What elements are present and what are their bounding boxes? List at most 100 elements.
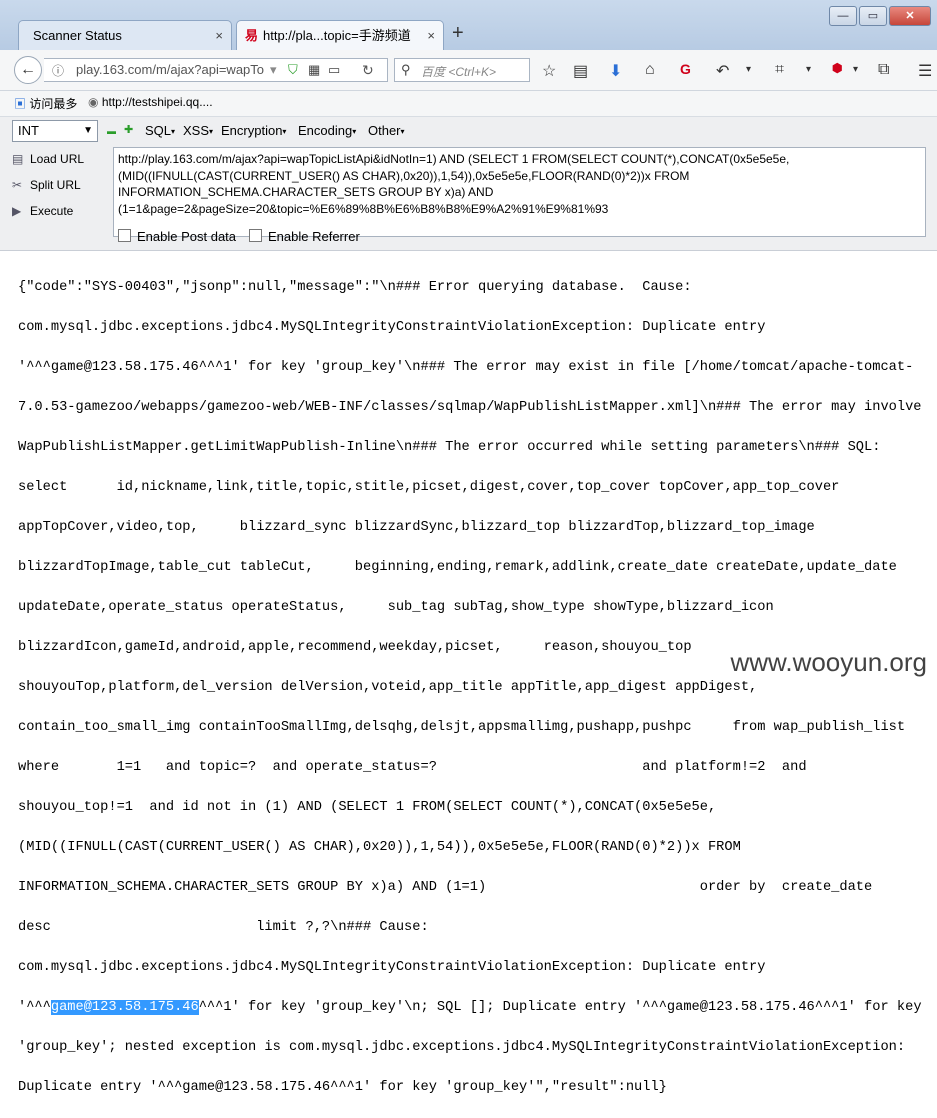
adblock-icon[interactable]: ⬢ xyxy=(832,61,842,75)
crop-icon[interactable]: ⌗ xyxy=(775,61,784,79)
response-text: '^^^ xyxy=(18,1000,51,1015)
new-tab-button[interactable]: + xyxy=(452,22,464,45)
response-line: '^^^game@123.58.175.46^^^1' for key 'gro… xyxy=(18,360,914,375)
chevron-down-icon[interactable]: ▾ xyxy=(806,64,811,75)
chevron-down-icon[interactable]: ▾ xyxy=(853,64,858,75)
bookmark-most-visited[interactable]: ▣ 访问最多 xyxy=(14,95,77,112)
bookmark-star-icon[interactable]: ☆ xyxy=(542,61,556,81)
response-line: 'group_key'; nested exception is com.mys… xyxy=(18,1040,906,1055)
gm-icon[interactable]: G xyxy=(680,61,691,77)
response-line: where 1=1 and topic=? and operate_status… xyxy=(18,760,807,775)
checkbox-box xyxy=(118,229,131,242)
plus-icon[interactable]: ✚ xyxy=(124,123,133,136)
netease-favicon-icon: 易 xyxy=(245,28,259,43)
close-icon[interactable]: × xyxy=(427,21,435,50)
menu-encoding[interactable]: Encoding▾ xyxy=(298,123,356,138)
undo-icon[interactable]: ↶ xyxy=(716,61,729,81)
menu-label: Encoding xyxy=(298,123,353,138)
close-icon[interactable]: × xyxy=(215,21,223,50)
maximize-button[interactable]: ▭ xyxy=(859,6,887,26)
response-line: WapPublishListMapper.getLimitWapPublish-… xyxy=(18,440,881,455)
response-line: updateDate,operate_status operateStatus,… xyxy=(18,600,774,615)
menu-encryption[interactable]: Encryption▾ xyxy=(221,123,286,138)
checkbox-box xyxy=(249,229,262,242)
response-line: '^^^game@123.58.175.46^^^1' for key 'gro… xyxy=(18,998,928,1018)
load-icon: ▤ xyxy=(12,152,24,166)
url-text[interactable]: play.163.com/m/ajax?api=wapTo xyxy=(76,62,266,77)
home-icon[interactable]: ⌂ xyxy=(645,61,655,79)
checkbox-label: Enable Post data xyxy=(137,229,237,244)
menu-label: XSS xyxy=(183,123,210,138)
globe-icon: ◉ xyxy=(88,95,99,109)
menu-icon[interactable]: ☰ xyxy=(918,61,932,81)
response-text: ^^^1' for key 'group_key'\n; SQL []; Dup… xyxy=(198,1000,922,1015)
menu-label: Encryption xyxy=(221,123,283,138)
menu-other[interactable]: Other▾ xyxy=(368,123,405,138)
bookmark-label: 访问最多 xyxy=(29,97,78,111)
minimize-button[interactable]: — xyxy=(829,6,857,26)
reader-icon[interactable]: ▭ xyxy=(328,62,340,78)
type-select-value: INT xyxy=(18,123,39,138)
shield-icon[interactable]: ⛉ xyxy=(288,62,298,78)
response-line: contain_too_small_img containTooSmallImg… xyxy=(18,720,906,735)
response-line: com.mysql.jdbc.exceptions.jdbc4.MySQLInt… xyxy=(18,320,766,335)
response-line: Duplicate entry '^^^game@123.58.175.46^^… xyxy=(18,1080,667,1095)
info-icon[interactable]: ⓘ xyxy=(52,62,64,79)
selected-text[interactable]: game@123.58.175.46 xyxy=(50,1000,199,1015)
menu-xss[interactable]: XSS▾ xyxy=(183,123,213,138)
tab-scanner-status[interactable]: Scanner Status × xyxy=(18,20,232,50)
folder-icon: ▣ xyxy=(14,97,27,111)
chevron-down-icon: ▾ xyxy=(282,127,287,137)
chevron-down-icon: ▼ xyxy=(83,125,93,136)
enable-referrer-checkbox[interactable]: Enable Referrer xyxy=(249,229,360,244)
search-input[interactable]: ⚲ 百度 <Ctrl+K> xyxy=(394,58,530,82)
watermark: www.wooyun.org xyxy=(730,647,927,677)
chevron-down-icon: ▾ xyxy=(171,127,176,137)
chevron-down-icon[interactable]: ▾ xyxy=(746,64,751,75)
response-line: select id,nickname,link,title,topic,stit… xyxy=(18,480,840,495)
split-url-button[interactable]: ✂ Split URL xyxy=(12,178,81,192)
menu-sql[interactable]: SQL▾ xyxy=(145,123,175,138)
response-line: blizzardTopImage,table_cut tableCut, beg… xyxy=(18,560,897,575)
reload-button[interactable]: ↻ xyxy=(362,62,374,79)
scissors-icon: ✂ xyxy=(12,178,23,192)
play-icon: ▶ xyxy=(12,204,22,218)
dropdown-icon[interactable]: ▾ xyxy=(270,62,277,78)
chevron-down-icon: ▾ xyxy=(400,127,405,137)
pocket-icon[interactable]: ⧉ xyxy=(878,61,889,79)
action-label: Split URL xyxy=(30,178,81,192)
close-window-button[interactable]: ✕ xyxy=(889,6,931,26)
response-line: com.mysql.jdbc.exceptions.jdbc4.MySQLInt… xyxy=(18,960,766,975)
tab-active-page[interactable]: 易 http://pla...topic=手游频道 × xyxy=(236,20,444,50)
hackbar-panel: INT ▼ ▬ ✚ SQL▾ XSS▾ Encryption▾ Encoding… xyxy=(0,117,937,251)
action-label: Execute xyxy=(30,204,74,218)
minus-icon[interactable]: ▬ xyxy=(107,126,116,136)
load-url-button[interactable]: ▤ Load URL xyxy=(12,152,84,166)
tab-bar: Scanner Status × 易 http://pla...topic=手游… xyxy=(0,0,937,50)
response-line: desc limit ?,?\n### Cause: xyxy=(18,920,429,935)
bookmarks-bar: ▣ 访问最多 ◉ http://testshipei.qq.... xyxy=(0,91,937,117)
response-line: 7.0.53-gamezoo/webapps/gamezoo-web/WEB-I… xyxy=(18,400,922,415)
response-line: shouyou_top!=1 and id not in (1) AND (SE… xyxy=(18,800,717,815)
response-line: appTopCover,video,top, blizzard_sync bli… xyxy=(18,520,815,535)
tab-title: Scanner Status xyxy=(33,28,122,43)
search-icon: ⚲ xyxy=(401,62,411,77)
hackbar-url-textarea[interactable]: http://play.163.com/m/ajax?api=wapTopicL… xyxy=(113,147,926,237)
qrcode-icon[interactable]: ▦ xyxy=(308,62,320,78)
response-line: {"code":"SYS-00403","jsonp":null,"messag… xyxy=(18,280,692,295)
tab-title: http://pla...topic=手游频道 xyxy=(263,28,411,43)
back-button[interactable]: ← xyxy=(14,56,42,84)
checkbox-label: Enable Referrer xyxy=(268,229,360,244)
address-bar[interactable]: ⓘ play.163.com/m/ajax?api=wapTo ▾ ⛉ ▦ ▭ xyxy=(44,58,388,82)
enable-post-checkbox[interactable]: Enable Post data xyxy=(118,229,236,244)
bookmark-label: http://testshipei.qq.... xyxy=(101,95,213,109)
navigation-bar: ← ⓘ play.163.com/m/ajax?api=wapTo ▾ ⛉ ▦ … xyxy=(0,50,937,91)
execute-button[interactable]: ▶ Execute xyxy=(12,204,73,218)
search-placeholder: 百度 <Ctrl+K> xyxy=(421,65,497,79)
bookmark-testshipei[interactable]: ◉ http://testshipei.qq.... xyxy=(88,95,213,109)
chevron-down-icon: ▾ xyxy=(209,127,214,137)
type-select[interactable]: INT ▼ xyxy=(12,120,98,142)
download-icon[interactable]: ⬇ xyxy=(609,61,622,81)
bookmarks-list-icon[interactable]: ▤ xyxy=(573,61,588,81)
response-line: (MID((IFNULL(CAST(CURRENT_USER() AS CHAR… xyxy=(18,840,741,855)
